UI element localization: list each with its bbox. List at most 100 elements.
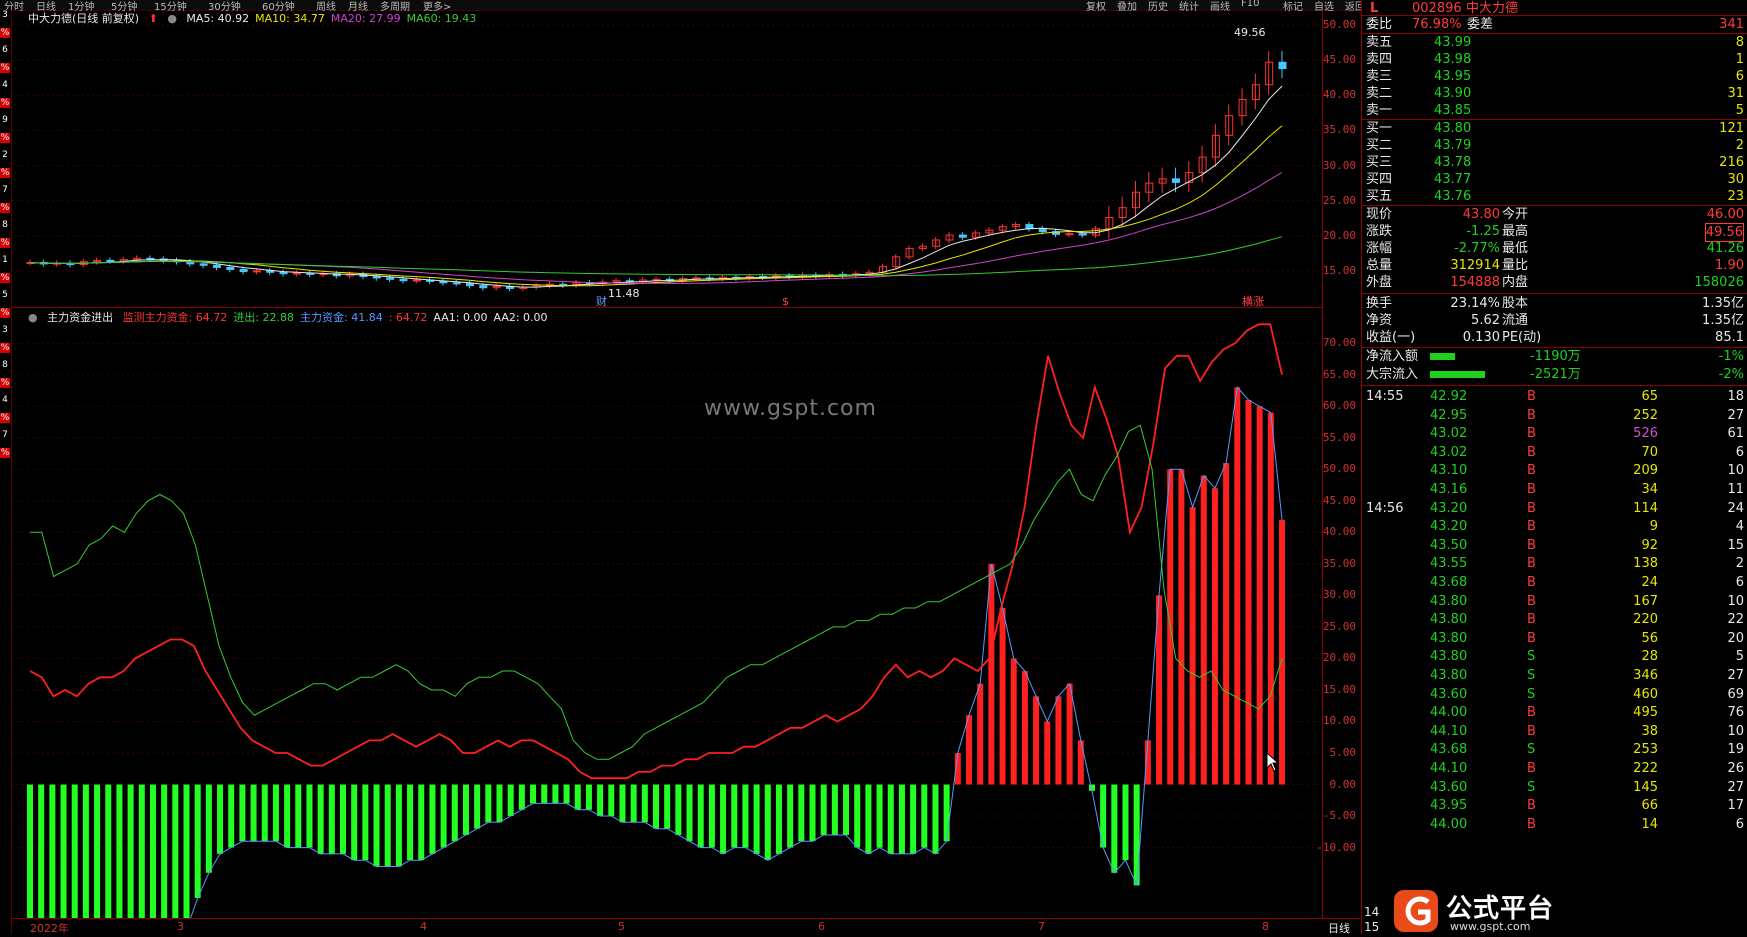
- fund-bar: [630, 784, 637, 823]
- bid-vol: 2: [1735, 138, 1744, 153]
- indicator-chart-svg: [12, 323, 1322, 937]
- flow-value: -1190万: [1530, 349, 1581, 364]
- tick-vol: 145: [1633, 779, 1658, 795]
- fund-bar: [731, 784, 738, 848]
- tick-price: 43.95: [1430, 798, 1468, 814]
- edge-digit: 9: [2, 115, 8, 125]
- fund-bar: [697, 784, 704, 848]
- indicator-axis: 70.00 65.00 60.00 55.00 50.00 45.00 40.00 35.00…: [1316, 308, 1360, 918]
- tick-price: 43.80: [1430, 630, 1468, 646]
- quote-value: -2.77%: [1454, 241, 1500, 256]
- fund-bar: [462, 784, 469, 835]
- tick-count: 4: [1735, 519, 1744, 535]
- fund-bar: [720, 784, 727, 854]
- tick-row: 43.20 9 B 4: [1362, 518, 1747, 535]
- fund-bar: [943, 784, 950, 842]
- ask-row: 卖一 43.85 5: [1362, 102, 1747, 119]
- fund-bar: [94, 784, 101, 930]
- tick-vol: 56: [1641, 630, 1658, 646]
- fund-bar: [619, 784, 626, 823]
- tick-row: 43.16 34 B 11: [1362, 481, 1747, 498]
- indicator-tick: 55.00: [1322, 430, 1356, 444]
- tick-price: 44.10: [1430, 761, 1468, 776]
- tick-side: S: [1527, 779, 1536, 795]
- fund-bar: [373, 784, 380, 867]
- flow-pct: -1%: [1718, 349, 1744, 364]
- tick-price: 43.02: [1430, 444, 1468, 460]
- tick-side: S: [1527, 668, 1536, 683]
- bid-label: 买一: [1366, 121, 1393, 136]
- price-chart[interactable]: 49.56 11.48 财 $ 横涨: [12, 10, 1323, 308]
- ask-price: 43.85: [1434, 103, 1472, 118]
- candle-body: [199, 263, 208, 266]
- edge-digit: 6: [2, 45, 8, 55]
- tick-count: 5: [1735, 649, 1744, 665]
- fund-bar: [541, 784, 548, 804]
- tick-vol: 38: [1641, 723, 1658, 739]
- candle-body: [212, 264, 221, 268]
- fund-bar: [149, 784, 156, 936]
- fund-bar: [764, 784, 771, 861]
- tick-row: 43.80 56 B 20: [1362, 630, 1747, 647]
- indicator-tick: 65.00: [1322, 367, 1356, 381]
- edge-digit: %: [0, 97, 10, 108]
- fund-bar: [1044, 721, 1051, 785]
- fund-bar: [384, 784, 391, 867]
- ask-row: 卖四 43.98 1: [1362, 51, 1747, 68]
- weicha-value: 341: [1719, 17, 1744, 32]
- edge-digit: %: [0, 202, 10, 213]
- candle-body: [1065, 233, 1074, 236]
- candle-body: [386, 277, 395, 280]
- ask-vol: 1: [1735, 52, 1744, 67]
- candle-body: [1038, 228, 1047, 233]
- toolbar-right-item-5[interactable]: F10: [1241, 0, 1259, 9]
- indicator-tick: 20.00: [1322, 651, 1356, 665]
- candle-body: [1171, 178, 1180, 183]
- candle-body: [279, 271, 288, 275]
- fund-bar: [1077, 740, 1084, 785]
- tick-count: 24: [1727, 500, 1744, 516]
- candle-body: [1078, 233, 1087, 236]
- tick-count: 11: [1727, 482, 1744, 497]
- tick-row: 43.95 66 B 17: [1362, 797, 1747, 814]
- logo-sub: www.gspt.com: [1450, 920, 1531, 933]
- fund-bar: [1279, 519, 1285, 785]
- fund-bar: [306, 784, 313, 848]
- tick-count: 6: [1735, 816, 1744, 832]
- edge-digit: 1: [2, 255, 8, 265]
- edge-digit: 7: [2, 430, 8, 440]
- fund-bar: [1223, 463, 1230, 785]
- high-label: 49.56: [1234, 26, 1266, 39]
- fund-bar: [831, 784, 838, 835]
- indicator-tick: -10.00: [1316, 840, 1356, 854]
- tick-row: 43.80 167 B 10: [1362, 593, 1747, 610]
- fund-bar: [272, 784, 279, 842]
- ask-vol: 6: [1735, 69, 1744, 84]
- fund-bar: [854, 784, 861, 848]
- tick-vol: 222: [1633, 761, 1658, 776]
- quote-label: 外盘: [1366, 275, 1393, 290]
- quote-label2: 今开: [1502, 207, 1529, 222]
- edge-digit: 7: [2, 185, 8, 195]
- candle-body: [559, 283, 568, 286]
- candle-body: [266, 270, 275, 273]
- tick-row: 44.00 14 B 6: [1362, 816, 1747, 833]
- fund-bar: [1189, 507, 1196, 785]
- tick-count: 18: [1727, 389, 1744, 404]
- fund-bar: [194, 784, 201, 898]
- tick-price: 42.92: [1430, 389, 1468, 404]
- bid-label: 买三: [1366, 155, 1393, 170]
- indicator-chart[interactable]: www.gspt.com: [12, 308, 1323, 937]
- quote-row: 现价 43.80 今开 46.00: [1362, 206, 1747, 223]
- fund-bar: [988, 563, 995, 785]
- tick-price: 43.55: [1430, 556, 1468, 572]
- date-axis: 2022年 3 4 5 6 7 8 日线: [12, 918, 1360, 935]
- tick-count: 27: [1727, 407, 1744, 423]
- fund-bar: [1267, 412, 1274, 785]
- price-tick: 25.00: [1322, 193, 1356, 207]
- ask-row: 卖三 43.95 6: [1362, 68, 1747, 85]
- tick-time: 14:55: [1366, 389, 1404, 404]
- fund-bar: [284, 784, 291, 848]
- fund-bar: [451, 784, 458, 842]
- quote-label: 涨幅: [1366, 241, 1393, 256]
